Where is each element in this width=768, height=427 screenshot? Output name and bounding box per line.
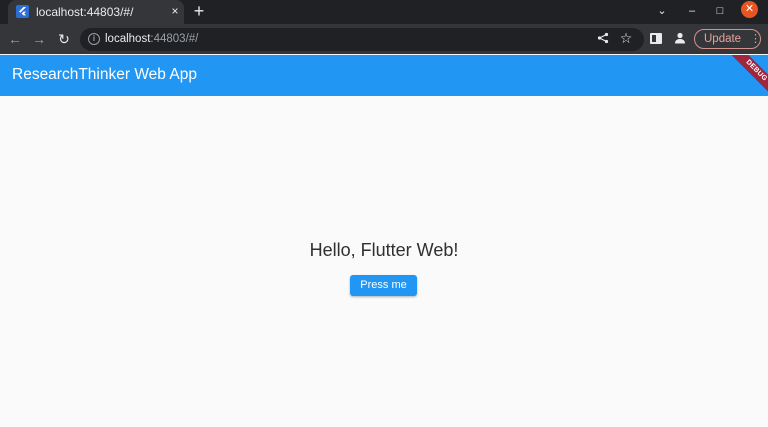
minimize-icon[interactable]: – (684, 2, 700, 20)
new-tab-icon[interactable]: + (190, 1, 208, 21)
app-title: ResearchThinker Web App (12, 66, 197, 83)
update-label: Update (704, 33, 742, 45)
greeting-text: Hello, Flutter Web! (309, 240, 459, 260)
profile-icon[interactable] (673, 31, 687, 45)
star-icon[interactable]: ☆ (619, 31, 633, 45)
debug-banner: DEBUG (723, 55, 768, 96)
url-text[interactable]: localhost:44803/#/ (105, 33, 198, 45)
app-bar: ResearchThinker Web App DEBUG (0, 55, 768, 96)
browser-tab-strip: localhost:44803/#/ × + ⌄ – □ ✕ (0, 0, 768, 24)
share-icon[interactable] (596, 32, 610, 46)
tab-close-icon[interactable]: × (168, 4, 182, 18)
address-bar[interactable]: i localhost:44803/#/ (80, 28, 644, 51)
tab-search-icon[interactable]: ⌄ (654, 2, 670, 20)
tab-title: localhost:44803/#/ (36, 5, 134, 19)
info-icon[interactable]: i (88, 33, 100, 45)
flutter-favicon-icon (16, 5, 29, 18)
reload-icon[interactable]: ↻ (55, 30, 73, 48)
app-body: Hello, Flutter Web! Press me (0, 96, 768, 427)
side-panel-icon[interactable] (650, 33, 662, 44)
maximize-icon[interactable]: □ (712, 2, 728, 20)
browser-tab[interactable]: localhost:44803/#/ × (8, 0, 184, 24)
window-close-icon[interactable]: ✕ (741, 1, 758, 18)
update-button[interactable]: Update ⋮ (694, 29, 761, 49)
press-me-button[interactable]: Press me (350, 275, 417, 296)
menu-dots-icon[interactable]: ⋮ (750, 30, 761, 48)
forward-arrow-icon[interactable]: → (30, 30, 48, 48)
url-host: localhost (105, 33, 151, 45)
back-arrow-icon[interactable]: ← (6, 30, 24, 48)
url-path: :44803/#/ (150, 33, 199, 45)
